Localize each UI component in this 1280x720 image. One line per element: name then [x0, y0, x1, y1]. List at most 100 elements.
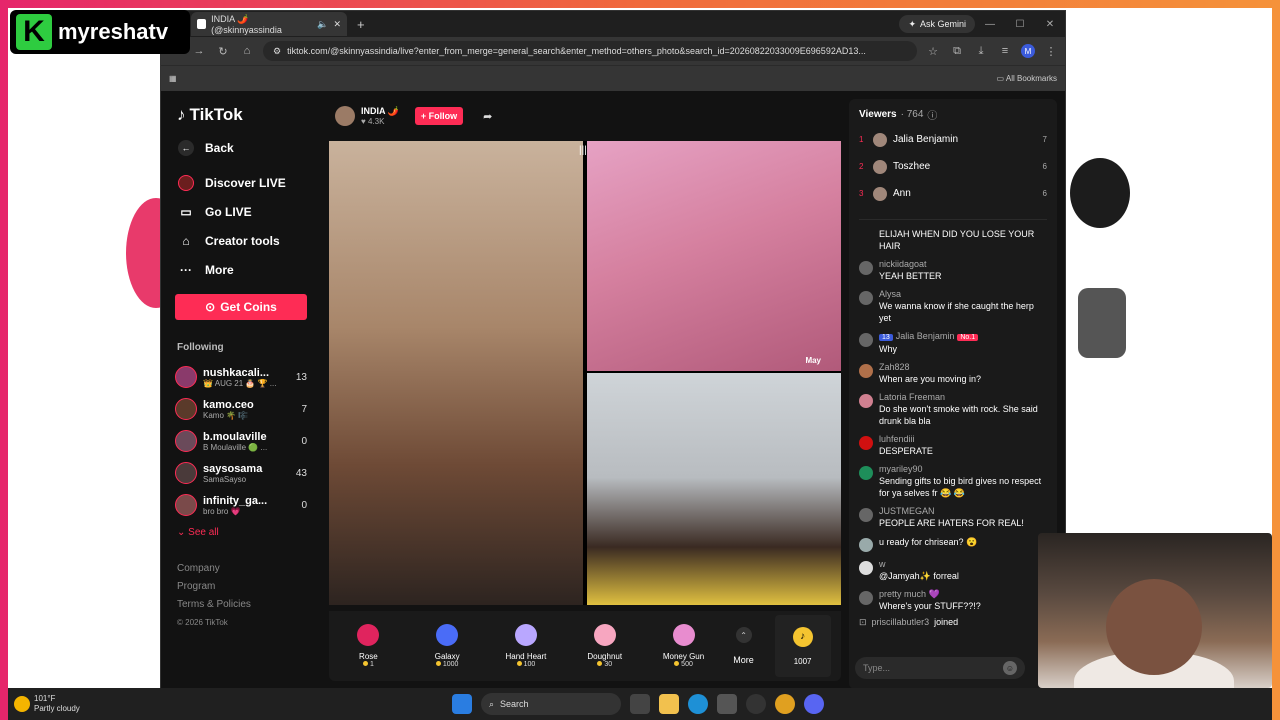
nav-go-live[interactable]: ▭ Go LIVE	[177, 197, 307, 226]
follow-button[interactable]: + Follow	[414, 107, 464, 125]
emoji-icon[interactable]: ☺	[1003, 661, 1017, 675]
footer-terms-link[interactable]: Terms & Policies	[177, 596, 307, 614]
chrome-icon[interactable]	[775, 694, 795, 714]
discord-icon[interactable]	[804, 694, 824, 714]
following-item[interactable]: infinity_ga... bro bro 💗 0	[175, 489, 307, 521]
tab-close-icon[interactable]: ✕	[333, 19, 341, 30]
ask-gemini-button[interactable]: ✦ Ask Gemini	[899, 15, 975, 33]
avatar	[175, 462, 197, 484]
tiktok-note-icon: ♪	[177, 105, 186, 124]
site-info-icon[interactable]: ⚙	[273, 46, 281, 57]
following-item[interactable]: nushkacali... 👑 AUG 21 🎂 🏆 ... 13	[175, 361, 307, 393]
message-user[interactable]: luhfendiii	[879, 434, 933, 445]
decor-bag	[1078, 288, 1126, 358]
windows-start-icon[interactable]	[452, 694, 472, 714]
avatar	[873, 186, 887, 201]
audio-bars-icon: |||	[579, 145, 587, 156]
chat-input-placeholder: Type...	[863, 663, 891, 673]
viewers-count-value: 764	[906, 109, 924, 120]
apps-grid-icon[interactable]: ▦	[169, 74, 177, 83]
joined-user[interactable]: priscillabutler3	[872, 617, 930, 628]
all-bookmarks[interactable]: ▭ All Bookmarks	[997, 74, 1057, 83]
minimize-icon[interactable]: —	[975, 19, 1005, 30]
share-icon[interactable]: ➦	[483, 110, 492, 123]
weather-temp: 101°F	[34, 694, 56, 703]
message-user[interactable]: Latoria Freeman	[879, 392, 1047, 403]
message-user[interactable]: JUSTMEGAN	[879, 506, 1024, 517]
stream-watermark: K myreshatv	[10, 10, 190, 54]
host-avatar[interactable]	[335, 106, 355, 126]
home-icon[interactable]: ⌂	[239, 45, 255, 57]
coin-icon: ⊙	[205, 300, 216, 314]
following-name: b.moulaville	[203, 430, 267, 443]
coin-balance-button[interactable]: ♪ 1007	[774, 615, 831, 677]
reload-icon[interactable]: ↻	[215, 45, 231, 58]
media-control-icon[interactable]: ≡	[997, 45, 1013, 57]
maximize-icon[interactable]: ☐	[1005, 19, 1035, 30]
avatar	[859, 291, 873, 305]
forward-arrow-icon[interactable]: →	[191, 45, 207, 57]
message-user[interactable]: Alysa	[879, 289, 1047, 300]
top-viewer-row[interactable]: 3 Ann 6	[859, 180, 1047, 207]
brand-logo-icon: K	[16, 14, 52, 50]
browser-tab[interactable]: INDIA 🌶️ (@skinnyassindia 🔈 ✕	[191, 12, 347, 36]
back-link[interactable]: ← Back	[177, 133, 307, 162]
footer-program-link[interactable]: Program	[177, 578, 307, 596]
speaker-icon[interactable]: 🔈	[317, 19, 328, 30]
avatar	[859, 561, 873, 575]
nav-more[interactable]: ··· More	[177, 255, 307, 284]
message-user[interactable]: pretty much 💜	[879, 589, 981, 600]
chat-message: ELIJAH WHEN DID YOU LOSE YOUR HAIR	[859, 228, 1047, 252]
nav-discover-live[interactable]: Discover LIVE	[177, 168, 307, 197]
following-item[interactable]: saysosama SamaSayso 43	[175, 457, 307, 489]
taskbar-search[interactable]: ⌕ Search	[481, 693, 621, 715]
new-tab-icon[interactable]: +	[357, 17, 365, 32]
download-icon[interactable]: ⤓	[973, 45, 989, 58]
host-name[interactable]: INDIA 🌶️	[361, 106, 399, 117]
following-item[interactable]: kamo.ceo Kamo 🌴 🎼 7	[175, 393, 307, 425]
edge-icon[interactable]	[688, 694, 708, 714]
gift-money-gun[interactable]: Money Gun 500	[655, 624, 713, 668]
message-user[interactable]: Zah828	[879, 362, 981, 373]
extensions-icon[interactable]: ⧉	[949, 45, 965, 58]
see-all-link[interactable]: ⌄ See all	[177, 527, 307, 538]
tiktok-logo[interactable]: ♪ TikTok	[177, 105, 307, 125]
chat-input[interactable]: Type... ☺	[855, 657, 1025, 679]
task-view-icon[interactable]	[630, 694, 650, 714]
window-close-icon[interactable]: ✕	[1035, 19, 1065, 30]
message-user[interactable]: nickiidagoat	[879, 259, 942, 270]
message-user[interactable]: myariley90	[879, 464, 1047, 475]
footer-company-link[interactable]: Company	[177, 560, 307, 578]
menu-kebab-icon[interactable]: ⋮	[1043, 45, 1059, 58]
video-player[interactable]: May |||	[329, 141, 841, 605]
guest-video-bottom[interactable]	[587, 373, 841, 605]
file-explorer-icon[interactable]	[659, 694, 679, 714]
message-user-row[interactable]: 13 Jalia Benjamin No.1	[879, 331, 979, 343]
gift-doughnut[interactable]: Doughnut 30	[576, 624, 634, 668]
nav-go-live-label: Go LIVE	[205, 204, 252, 219]
store-icon[interactable]	[717, 694, 737, 714]
nav-creator-tools[interactable]: ⌂ Creator tools	[177, 226, 307, 255]
bookmark-star-icon[interactable]: ☆	[925, 45, 941, 58]
message-user[interactable]: w	[879, 559, 959, 570]
gift-name: Galaxy	[434, 652, 460, 661]
info-icon[interactable]: ⓘ	[927, 107, 937, 122]
message-text: YEAH BETTER	[879, 271, 942, 281]
following-item[interactable]: b.moulaville B Moulaville 🟢 ... 0	[175, 425, 307, 457]
more-gifts-button[interactable]: ⌃ More	[733, 627, 754, 665]
gift-galaxy[interactable]: Galaxy 1000	[418, 624, 476, 668]
weather-widget[interactable]: 101°F Partly cloudy	[14, 694, 80, 714]
gift-rose[interactable]: Rose 1	[339, 624, 397, 668]
guest-label: May	[805, 356, 821, 365]
app-icon[interactable]	[746, 694, 766, 714]
following-sub: SamaSayso	[203, 474, 247, 484]
profile-avatar[interactable]: M	[1021, 44, 1035, 58]
url-field[interactable]: ⚙ tiktok.com/@skinnyassindia/live?enter_…	[263, 41, 917, 61]
gift-hand-heart[interactable]: Hand Heart 100	[497, 624, 555, 668]
top-viewer-row[interactable]: 2 Toszhee 6	[859, 153, 1047, 180]
browser-window: INDIA 🌶️ (@skinnyassindia 🔈 ✕ + ✦ Ask Ge…	[160, 10, 1066, 689]
guest-video-top[interactable]: May	[587, 141, 841, 371]
get-coins-button[interactable]: ⊙ Get Coins	[175, 294, 307, 320]
top-viewer-row[interactable]: 1 Jalia Benjamin 7	[859, 126, 1047, 153]
following-count: 43	[295, 467, 307, 479]
